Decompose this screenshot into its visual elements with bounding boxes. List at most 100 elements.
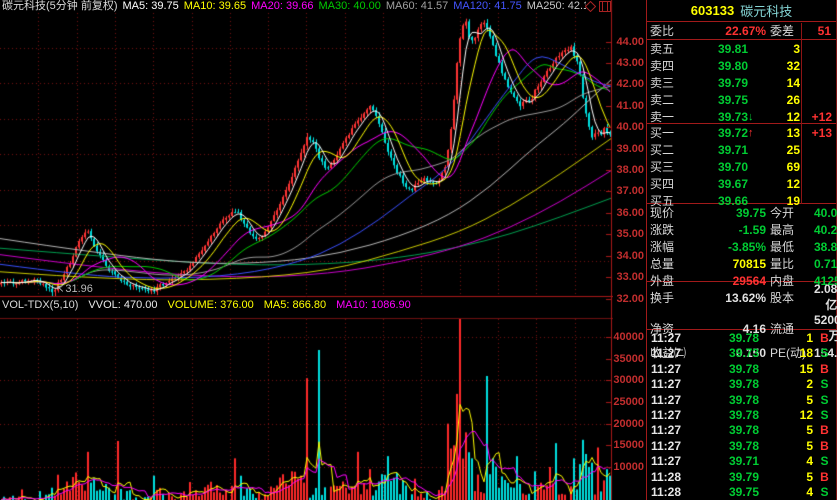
tick-time: 11:27 [651, 346, 693, 360]
info-label: 涨幅 [650, 238, 696, 255]
ma-legend-item: MA60: 41.57 [386, 0, 448, 12]
tick-volume: 15 [759, 362, 813, 376]
bid-row[interactable]: 买三39.7069 [647, 158, 836, 175]
order-volume: 69 [748, 160, 800, 174]
volume-axis-label: 40000 [613, 331, 644, 343]
order-price: 39.72 [690, 126, 748, 140]
info-row: 涨幅-3.85%最低38.83 [647, 238, 836, 255]
price-axis-label: 35.00 [616, 228, 644, 240]
ask-row[interactable]: 卖五39.813 [647, 40, 836, 57]
info-row: 涨跌-1.59最高40.26 [647, 221, 836, 238]
order-change: +13 [800, 126, 836, 140]
weibi-value: 22.67% [696, 24, 766, 38]
tick-price: 39.78 [693, 439, 759, 453]
diamond-icon[interactable] [585, 1, 596, 12]
tick-price: 39.73 [693, 346, 759, 360]
bid-row[interactable]: 买五39.6619 [647, 192, 836, 209]
order-volume: 12 [748, 110, 800, 124]
price-direction-arrow-icon: ↑ [748, 127, 754, 139]
ask-row[interactable]: 卖四39.8032 [647, 57, 836, 74]
order-volume: 26 [748, 93, 800, 107]
tick-row[interactable]: 11:2739.7318S [647, 345, 836, 360]
tick-volume: 1 [759, 331, 813, 345]
stock-name: 碳元科技 [740, 1, 792, 20]
weibi-label: 委比 [650, 22, 696, 39]
order-level-label: 买三 [650, 158, 690, 175]
weibi-values: 委比22.67%委差51 [647, 22, 836, 39]
tick-volume: 4 [759, 454, 813, 468]
volume-indicator-title: VOL-TDX(5,10) [2, 299, 78, 312]
tick-row[interactable]: 11:2739.7812S [647, 407, 836, 422]
info-value: -1.59 [696, 223, 766, 237]
chart-header: 碳元科技(5分钟 前复权)MA5: 39.75MA10: 39.65MA20: … [2, 0, 586, 12]
ask-row[interactable]: 卖一39.73↓12+12 [647, 108, 836, 125]
order-level-label: 卖五 [650, 40, 690, 57]
order-volume: 3 [748, 42, 800, 56]
volume-header: VOL-TDX(5,10)VVOL: 470.00VOLUME: 376.00M… [2, 299, 610, 312]
order-level-label: 卖三 [650, 74, 690, 91]
tick-price: 39.78 [693, 331, 759, 345]
info-label: 涨跌 [650, 221, 696, 238]
order-level-label: 卖二 [650, 91, 690, 108]
info-value: 70815 [696, 257, 766, 271]
tick-volume: 5 [759, 470, 813, 484]
price-axis-label: 32.00 [616, 293, 644, 305]
info-label: 最高 [766, 221, 814, 238]
price-axis-label: 37.00 [616, 185, 644, 197]
tick-price: 39.78 [693, 377, 759, 391]
price-direction-arrow-icon: ↓ [748, 111, 754, 123]
tick-side: B [813, 439, 836, 453]
bid-row[interactable]: 买四39.6712 [647, 175, 836, 192]
volume-legend-item: MA5: 866.80 [264, 299, 326, 312]
tick-row[interactable]: 11:2739.785B [647, 423, 836, 438]
tick-time: 11:27 [651, 439, 693, 453]
fundamentals-section: 换手13.62%股本2.08亿净资4.16流通5200万收益㈡0.150PE(动… [647, 282, 836, 330]
chart-region: 碳元科技(5分钟 前复权)MA5: 39.75MA10: 39.65MA20: … [0, 0, 613, 500]
bid-row[interactable]: 买一39.72↑13+13 [647, 124, 836, 141]
split-window-icon[interactable] [599, 1, 611, 12]
order-level-label: 买二 [650, 141, 690, 158]
tick-side: B [813, 423, 836, 437]
price-volume-chart-canvas[interactable] [0, 0, 613, 500]
order-price: 39.73 [690, 110, 748, 124]
chart-title: 碳元科技(5分钟 前复权) [2, 0, 118, 12]
tick-side: S [813, 377, 836, 391]
order-change: +12 [800, 110, 836, 124]
tick-time: 11:27 [651, 408, 693, 422]
quote-panel-header: 603133 碳元科技 [647, 0, 836, 22]
tick-time: 11:27 [651, 377, 693, 391]
ma-legend-item: MA120: 41.75 [453, 0, 522, 12]
tick-time: 11:27 [651, 393, 693, 407]
ask-row[interactable]: 卖三39.7914 [647, 74, 836, 91]
info-value: 38.83 [814, 240, 837, 254]
tick-row[interactable]: 11:2739.7815B [647, 361, 836, 376]
order-volume: 25 [748, 143, 800, 157]
tick-row[interactable]: 11:2739.785S [647, 392, 836, 407]
tick-price: 39.75 [693, 485, 759, 499]
tick-price: 39.78 [693, 408, 759, 422]
tick-volume: 5 [759, 393, 813, 407]
tick-row[interactable]: 11:2739.782S [647, 376, 836, 391]
info-value: 40.26 [814, 223, 837, 237]
price-axis-label: 40.00 [616, 121, 644, 133]
weibi-row: 委比22.67%委差51 [647, 22, 836, 40]
ask-row[interactable]: 卖二39.7526 [647, 91, 836, 108]
bid-row[interactable]: 买二39.7125 [647, 141, 836, 158]
tick-price: 39.78 [693, 393, 759, 407]
price-axis-label: 39.00 [616, 143, 644, 155]
order-volume: 14 [748, 76, 800, 90]
tick-list[interactable]: 11:2739.781B11:2739.7318S11:2739.7815B11… [647, 330, 836, 500]
tick-volume: 18 [759, 346, 813, 360]
tick-row[interactable]: 11:2739.781B [647, 330, 836, 345]
tick-side: S [813, 454, 836, 468]
tick-row[interactable]: 11:2839.754S [647, 485, 836, 500]
tick-row[interactable]: 11:2739.714S [647, 454, 836, 469]
tick-price: 39.71 [693, 454, 759, 468]
price-axis-label: 33.00 [616, 271, 644, 283]
info-label: 换手 [650, 289, 696, 306]
tick-row[interactable]: 11:2739.785B [647, 438, 836, 453]
info-label: 股本 [766, 289, 814, 306]
ma-legend-item: MA5: 39.75 [123, 0, 179, 12]
tick-row[interactable]: 11:2839.795B [647, 469, 836, 484]
price-axis-label: 43.00 [616, 57, 644, 69]
